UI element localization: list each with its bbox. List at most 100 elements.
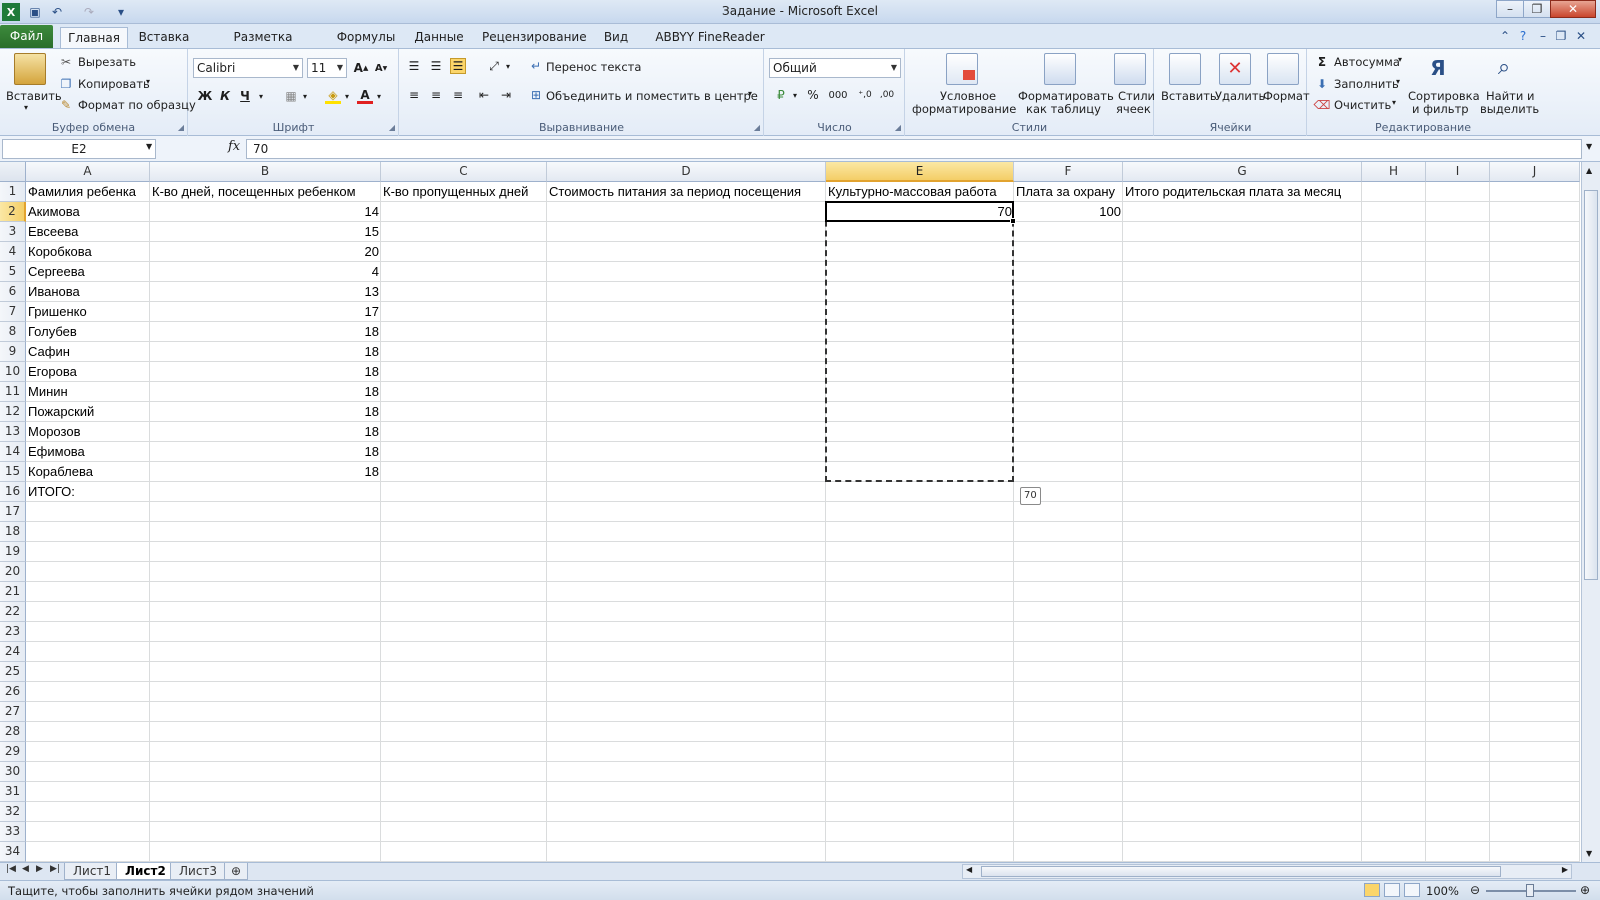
row-header-33[interactable]: 33	[0, 822, 26, 842]
font-color-dropdown-icon[interactable]: ▾	[371, 88, 387, 104]
increase-indent-icon[interactable]: ⇥	[498, 87, 514, 103]
page-break-view-icon[interactable]	[1404, 883, 1420, 897]
font-launcher-icon[interactable]: ◢	[389, 123, 395, 132]
row-header-8[interactable]: 8	[0, 322, 26, 342]
find-select-button[interactable]: Найти и	[1486, 89, 1534, 103]
row-header-16[interactable]: 16	[0, 482, 26, 502]
orientation-dropdown-icon[interactable]: ▾	[500, 58, 516, 74]
row-header-19[interactable]: 19	[0, 542, 26, 562]
bold-button[interactable]: Ж	[197, 88, 213, 104]
grow-font-icon[interactable]: A ▲	[353, 60, 369, 76]
format-cells-icon[interactable]	[1267, 53, 1299, 85]
days-cell[interactable]: 18	[150, 402, 381, 422]
insert-cells-icon[interactable]	[1169, 53, 1201, 85]
name-cell[interactable]: Ефимова	[26, 442, 150, 462]
security-cell[interactable]: 100	[1014, 202, 1123, 222]
cut-icon[interactable]: ✂	[58, 54, 74, 70]
name-cell[interactable]: Акимова	[26, 202, 150, 222]
scroll-right-icon[interactable]: ▶	[1562, 865, 1568, 874]
format-painter-icon[interactable]: ✎	[58, 97, 74, 113]
format-as-table-button[interactable]: Форматировать	[1018, 89, 1114, 103]
borders-dropdown-icon[interactable]: ▾	[297, 88, 313, 104]
tab-home[interactable]: Главная	[60, 27, 128, 48]
name-cell[interactable]: Кораблева	[26, 462, 150, 482]
days-cell[interactable]: 18	[150, 342, 381, 362]
column-header-j[interactable]: J	[1490, 162, 1580, 182]
row-header-5[interactable]: 5	[0, 262, 26, 282]
conditional-formatting-icon[interactable]	[946, 53, 978, 85]
align-top-icon[interactable]: ☰	[406, 58, 422, 74]
expand-formula-bar-icon[interactable]: ▼	[1586, 142, 1592, 151]
row-header-6[interactable]: 6	[0, 282, 26, 302]
clipboard-launcher-icon[interactable]: ◢	[178, 123, 184, 132]
header-cell[interactable]: Фамилия ребенка	[26, 182, 150, 202]
cell-styles-button-line2[interactable]: ячеек	[1116, 102, 1151, 116]
wrap-text-button[interactable]: Перенос текста	[546, 60, 641, 74]
name-cell[interactable]: Голубев	[26, 322, 150, 342]
row-header-4[interactable]: 4	[0, 242, 26, 262]
delete-cells-icon[interactable]: ✕	[1219, 53, 1251, 85]
align-right-icon[interactable]: ≡	[450, 87, 466, 103]
fill-icon[interactable]: ⬇	[1314, 76, 1330, 92]
column-header-g[interactable]: G	[1123, 162, 1362, 182]
underline-dropdown-icon[interactable]: ▾	[253, 88, 269, 104]
clear-icon[interactable]: ⌫	[1314, 97, 1331, 113]
font-name-select[interactable]: Calibri ▼	[193, 58, 303, 78]
zoom-level[interactable]: 100%	[1426, 884, 1459, 898]
row-header-12[interactable]: 12	[0, 402, 26, 422]
tab-insert[interactable]: Вставка	[134, 27, 194, 48]
minimize-ribbon-icon[interactable]: ⌃	[1496, 27, 1514, 45]
currency-dropdown-icon[interactable]: ▾	[787, 87, 803, 103]
conditional-formatting-button-line2[interactable]: форматирование	[912, 102, 1016, 116]
restore-button[interactable]: ❐	[1523, 0, 1551, 18]
autosum-icon[interactable]: Σ	[1314, 54, 1330, 70]
horizontal-scrollbar[interactable]: ◀ ▶	[962, 864, 1572, 879]
days-cell[interactable]: 20	[150, 242, 381, 262]
copy-dropdown-icon[interactable]: ▾	[146, 77, 150, 86]
row-header-7[interactable]: 7	[0, 302, 26, 322]
help-icon[interactable]: ?	[1514, 27, 1532, 45]
row-header-10[interactable]: 10	[0, 362, 26, 382]
number-format-select[interactable]: Общий ▼	[769, 58, 901, 78]
culture-cell[interactable]: 70	[826, 202, 1014, 222]
page-layout-view-icon[interactable]	[1384, 883, 1400, 897]
vertical-scroll-thumb[interactable]	[1584, 190, 1598, 580]
merge-center-icon[interactable]: ⊞	[528, 87, 544, 103]
name-cell[interactable]: Иванова	[26, 282, 150, 302]
days-cell[interactable]: 14	[150, 202, 381, 222]
conditional-formatting-button[interactable]: Условное	[940, 89, 996, 103]
name-cell[interactable]: Евсеева	[26, 222, 150, 242]
find-select-icon[interactable]: ⌕	[1488, 53, 1520, 85]
days-cell[interactable]: 15	[150, 222, 381, 242]
row-header-26[interactable]: 26	[0, 682, 26, 702]
column-header-i[interactable]: I	[1426, 162, 1490, 182]
column-header-b[interactable]: B	[150, 162, 381, 182]
name-cell[interactable]: Минин	[26, 382, 150, 402]
normal-view-icon[interactable]	[1364, 883, 1380, 897]
prev-sheet-icon[interactable]: ◀	[22, 864, 29, 874]
italic-button[interactable]: К	[217, 88, 233, 104]
row-header-13[interactable]: 13	[0, 422, 26, 442]
decrease-indent-icon[interactable]: ⇤	[476, 87, 492, 103]
row-header-21[interactable]: 21	[0, 582, 26, 602]
align-left-icon[interactable]: ≡	[406, 87, 422, 103]
insert-sheet-icon[interactable]: ⊕	[224, 863, 249, 880]
days-cell[interactable]: 18	[150, 382, 381, 402]
scroll-left-icon[interactable]: ◀	[966, 865, 972, 874]
row-header-3[interactable]: 3	[0, 222, 26, 242]
paste-button[interactable]: Вставить	[6, 89, 62, 103]
row-header-17[interactable]: 17	[0, 502, 26, 522]
column-header-h[interactable]: H	[1362, 162, 1426, 182]
name-cell[interactable]: Сафин	[26, 342, 150, 362]
clear-dropdown-icon[interactable]: ▾	[1392, 98, 1396, 107]
row-header-27[interactable]: 27	[0, 702, 26, 722]
name-cell[interactable]: Сергеева	[26, 262, 150, 282]
row-header-22[interactable]: 22	[0, 602, 26, 622]
align-center-icon[interactable]: ≡	[428, 87, 444, 103]
formula-input[interactable]: 70	[246, 139, 1582, 159]
row-header-14[interactable]: 14	[0, 442, 26, 462]
name-cell[interactable]: Пожарский	[26, 402, 150, 422]
workbook-restore-icon[interactable]: ❐	[1552, 27, 1570, 45]
header-cell[interactable]: Стоимость питания за период посещения	[547, 182, 826, 202]
row-header-29[interactable]: 29	[0, 742, 26, 762]
